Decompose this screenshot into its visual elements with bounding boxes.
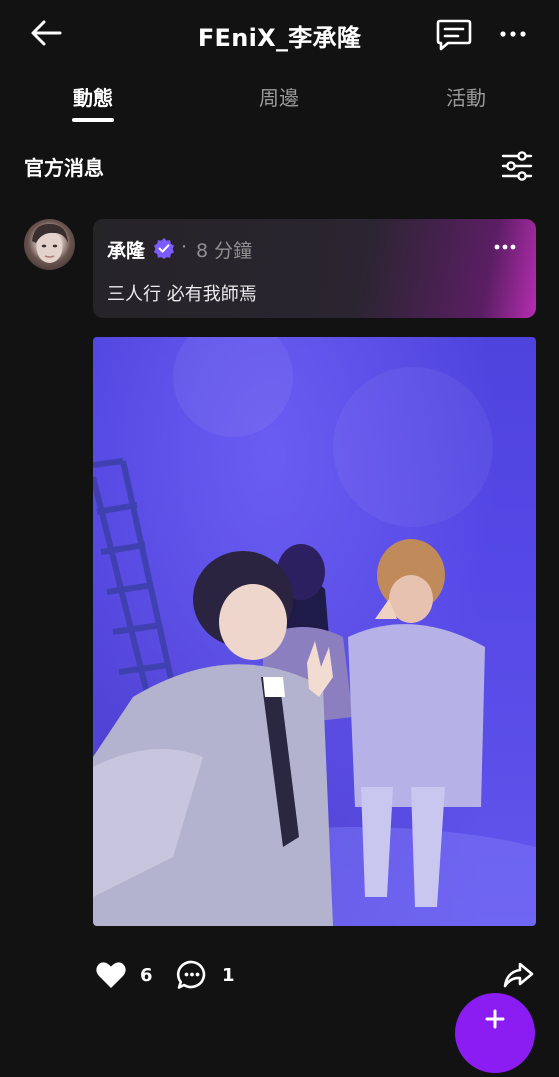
verified-icon bbox=[153, 237, 175, 259]
section-header: 官方消息 bbox=[0, 140, 559, 192]
comment-count: 1 bbox=[222, 965, 235, 986]
more-options-button[interactable] bbox=[498, 20, 528, 48]
avatar-image bbox=[32, 223, 68, 263]
like-button[interactable] bbox=[95, 960, 127, 990]
tab-merch[interactable]: 周邊 bbox=[219, 82, 339, 111]
tab-events[interactable]: 活動 bbox=[406, 82, 526, 111]
top-bar: FEniX_李承隆 bbox=[0, 0, 559, 70]
post-more-button[interactable] bbox=[491, 235, 521, 259]
post-photo[interactable] bbox=[93, 337, 536, 926]
post-card: 承隆 · 8 分鐘 三人行 必有我師焉 bbox=[93, 219, 536, 318]
comment-button[interactable] bbox=[176, 959, 208, 991]
message-square-icon bbox=[436, 19, 472, 51]
like-count: 6 bbox=[140, 965, 153, 986]
comment-icon bbox=[176, 960, 206, 989]
active-tab-indicator bbox=[72, 118, 114, 122]
photo-illustration bbox=[93, 337, 536, 926]
tab-bar: 動態 周邊 活動 bbox=[0, 72, 559, 128]
more-horizontal-icon bbox=[494, 244, 516, 250]
heart-icon bbox=[96, 962, 126, 988]
post-timestamp: 8 分鐘 bbox=[196, 240, 253, 262]
share-arrow-icon bbox=[503, 962, 534, 988]
filter-button[interactable] bbox=[498, 148, 536, 184]
chat-button[interactable] bbox=[434, 15, 474, 53]
separator-dot: · bbox=[181, 236, 188, 258]
sliders-icon bbox=[501, 151, 533, 181]
post-text: 三人行 必有我師焉 bbox=[107, 284, 257, 305]
section-title: 官方消息 bbox=[24, 156, 104, 180]
author-avatar[interactable] bbox=[24, 219, 75, 270]
more-horizontal-icon bbox=[500, 31, 526, 37]
compose-fab-button[interactable] bbox=[455, 993, 535, 1073]
post-author[interactable]: 承隆 bbox=[107, 236, 145, 263]
plus-icon bbox=[485, 1009, 505, 1029]
share-button[interactable] bbox=[502, 960, 534, 990]
tab-feed[interactable]: 動態 bbox=[33, 82, 153, 111]
page-title: FEniX_李承隆 bbox=[197, 24, 362, 52]
